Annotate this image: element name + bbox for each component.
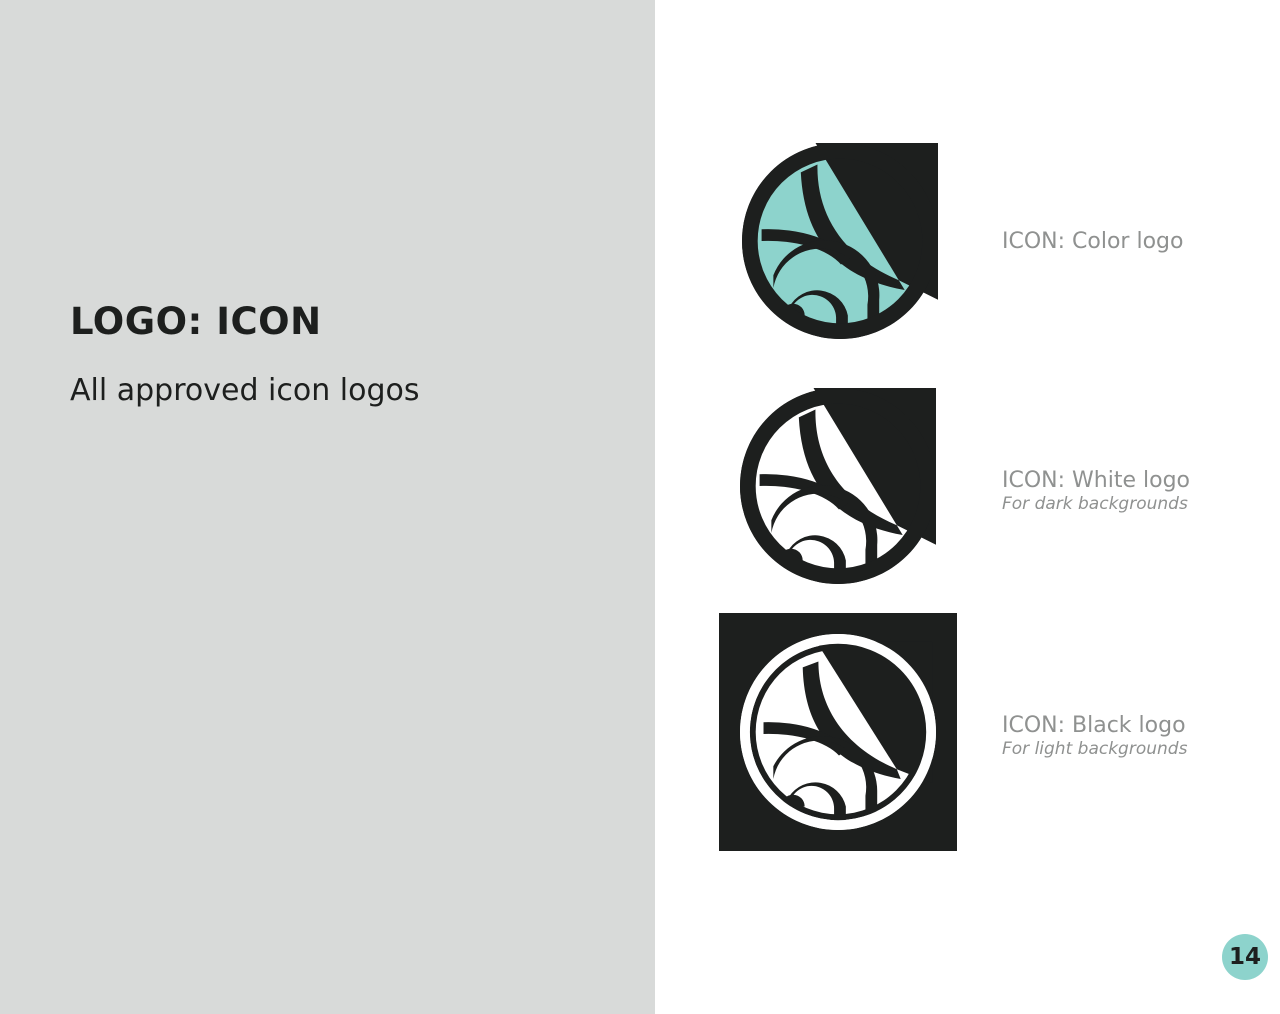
- left-panel: LOGO: ICON All approved icon logos: [0, 0, 655, 1014]
- page-title: LOGO: ICON: [70, 300, 322, 343]
- color-logo-icon: [742, 143, 938, 339]
- page-number-badge: 14: [1222, 934, 1268, 980]
- black-logo-note: For light backgrounds: [1002, 739, 1188, 760]
- white-logo-label: ICON: White logo: [1002, 468, 1190, 493]
- black-logo-icon: [719, 613, 957, 851]
- black-logo-label: ICON: Black logo: [1002, 713, 1186, 738]
- color-logo-caption: ICON: Color logo: [1002, 229, 1184, 254]
- white-logo-icon: [740, 388, 936, 584]
- white-logo-note: For dark backgrounds: [1002, 494, 1188, 515]
- color-logo-label: ICON: Color logo: [1002, 229, 1184, 254]
- white-logo-caption: ICON: White logo For dark backgrounds: [1002, 468, 1190, 515]
- page-subtitle: All approved icon logos: [70, 373, 420, 408]
- black-logo-caption: ICON: Black logo For light backgrounds: [1002, 713, 1188, 760]
